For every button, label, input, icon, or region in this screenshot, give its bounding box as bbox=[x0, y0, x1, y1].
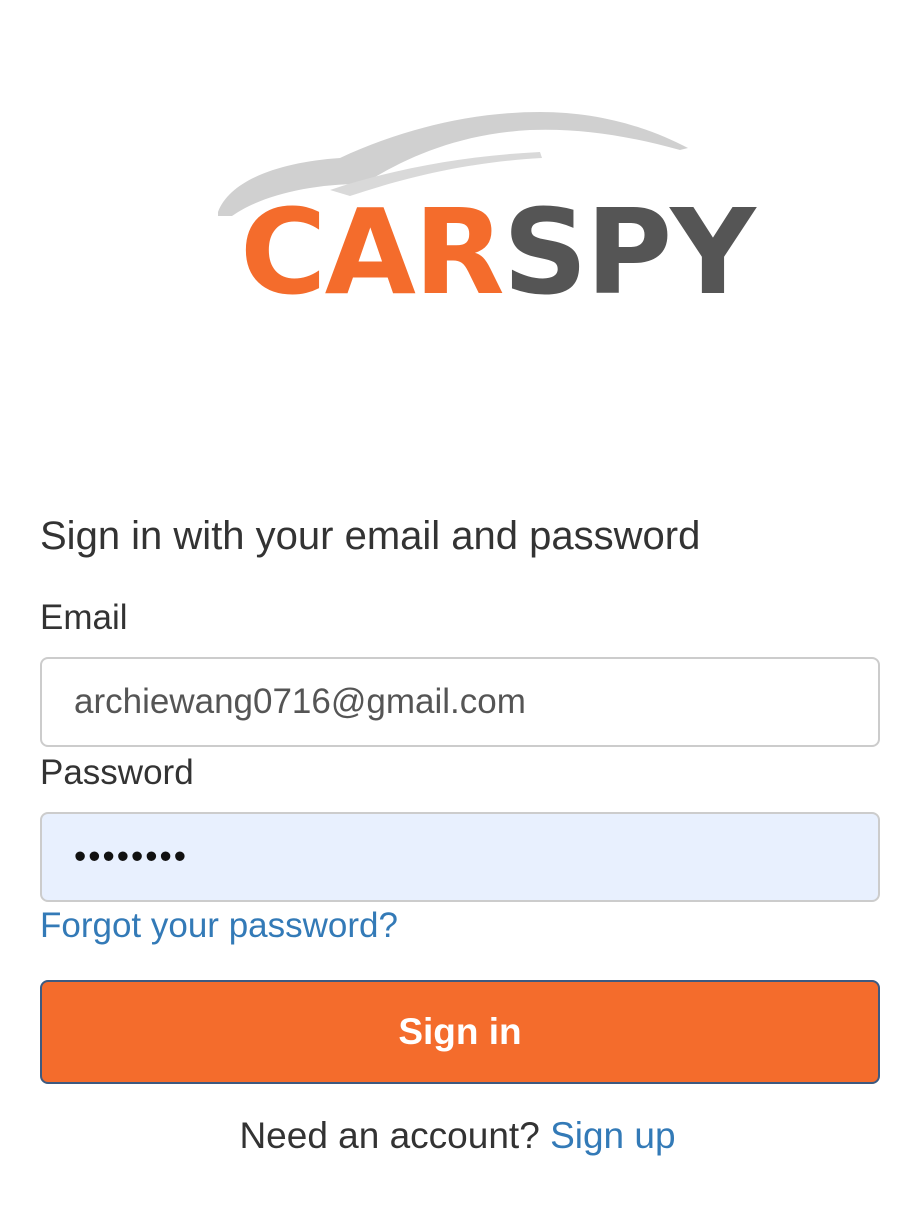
login-page: CARSPY Sign in with your email and passw… bbox=[0, 0, 915, 1223]
logo-spy-text: SPY bbox=[502, 183, 756, 321]
email-input[interactable] bbox=[40, 657, 880, 747]
email-label: Email bbox=[40, 598, 128, 637]
password-label: Password bbox=[40, 753, 194, 792]
carspy-logo: CARSPY bbox=[210, 100, 756, 320]
signin-button[interactable]: Sign in bbox=[40, 980, 880, 1084]
logo-wordmark: CARSPY bbox=[240, 192, 756, 312]
forgot-password-link[interactable]: Forgot your password? bbox=[40, 905, 398, 947]
signin-heading: Sign in with your email and password bbox=[40, 514, 701, 558]
signup-prompt-text: Need an account? bbox=[239, 1115, 540, 1156]
logo-car-text: CAR bbox=[240, 183, 505, 321]
password-input[interactable] bbox=[40, 812, 880, 902]
signup-prompt: Need an account? Sign up bbox=[0, 1114, 915, 1158]
signup-link[interactable]: Sign up bbox=[550, 1115, 676, 1156]
